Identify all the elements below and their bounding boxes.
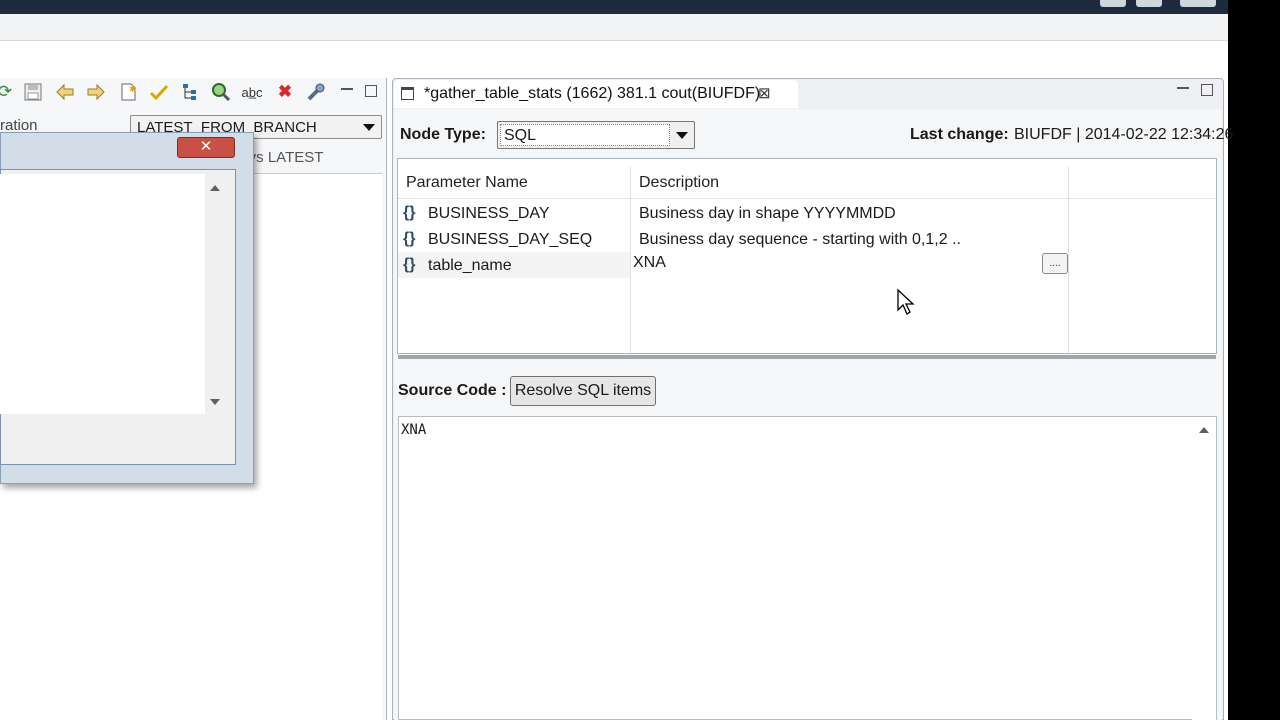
- node-type-select[interactable]: SQL: [497, 121, 695, 149]
- search-magnifier-icon[interactable]: [210, 81, 232, 103]
- window-minimize-button[interactable]: [1100, 0, 1126, 7]
- source-scrollbar[interactable]: [1192, 417, 1216, 720]
- parameter-name: table_name: [428, 257, 512, 274]
- variable-braces-icon: {}: [403, 230, 416, 247]
- chevron-down-icon: [363, 124, 375, 131]
- node-type-value: SQL: [500, 124, 670, 146]
- node-type-label: Node Type:: [400, 126, 486, 143]
- editor-minimize-icon[interactable]: [1177, 87, 1189, 89]
- variable-braces-icon: {}: [403, 256, 416, 273]
- window-title-bar: [0, 0, 1228, 14]
- tree-structure-icon[interactable]: [179, 81, 201, 103]
- parameter-description: Business day in shape YYYYMMDD: [639, 205, 896, 222]
- mouse-cursor-icon: [896, 288, 916, 320]
- dialog-list[interactable]: [0, 174, 205, 414]
- parameter-name: BUSINESS_DAY_SEQ: [428, 231, 593, 248]
- svg-text:✱: ✱: [129, 84, 137, 94]
- window-close-button[interactable]: [1180, 0, 1216, 7]
- back-arrow-icon[interactable]: [54, 81, 76, 103]
- save-icon[interactable]: [22, 81, 44, 103]
- editor-tab-title[interactable]: *gather_table_stats (1662) 381.1 cout(BI…: [424, 85, 760, 103]
- window-maximize-button[interactable]: [1136, 0, 1162, 7]
- source-code-label: Source Code :: [398, 382, 507, 399]
- left-pane-minimize-icon[interactable]: [341, 88, 353, 90]
- forward-arrow-icon[interactable]: [85, 81, 107, 103]
- dialog-close-button[interactable]: ✕: [177, 137, 235, 158]
- column-header-parameter-name[interactable]: Parameter Name: [406, 174, 528, 192]
- scroll-down-icon[interactable]: [210, 399, 220, 405]
- editor-maximize-icon[interactable]: [1201, 84, 1213, 96]
- spellcheck-icon[interactable]: ab̲c: [241, 81, 263, 103]
- wrench-icon[interactable]: [305, 81, 327, 103]
- table-row[interactable]: {} table_name: [398, 252, 1216, 278]
- check-arrow-icon[interactable]: [148, 81, 170, 103]
- window-icon: [401, 87, 414, 100]
- source-code-text[interactable]: XNA: [401, 422, 426, 438]
- last-change-value: BIUFDF | 2014-02-22 12:34:26: [1014, 126, 1234, 143]
- screen-border: [1228, 0, 1280, 720]
- column-header-description[interactable]: Description: [639, 174, 719, 192]
- parameter-description: Business day sequence - starting with 0,…: [639, 231, 961, 248]
- description-edit-input[interactable]: XNA: [633, 254, 666, 272]
- chevron-down-icon: [676, 132, 688, 139]
- resolve-sql-items-button[interactable]: Resolve SQL items: [510, 376, 656, 406]
- menu-bar: [0, 14, 1228, 41]
- last-change-label: Last change:: [910, 126, 1009, 143]
- parameter-name: BUSINESS_DAY: [428, 205, 550, 222]
- ellipsis-button[interactable]: ....: [1042, 253, 1068, 274]
- table-row[interactable]: {} BUSINESS_DAY Business day in shape YY…: [398, 200, 1216, 226]
- splitter-bar[interactable]: [398, 355, 1216, 359]
- left-pane-maximize-icon[interactable]: [365, 85, 377, 97]
- scroll-up-icon[interactable]: [210, 185, 220, 191]
- refresh-icon[interactable]: ⟳: [0, 81, 16, 103]
- dialog-scrollbar[interactable]: [205, 174, 228, 414]
- source-code-editor[interactable]: [398, 416, 1217, 720]
- scroll-up-icon[interactable]: [1199, 427, 1209, 433]
- variable-braces-icon: {}: [403, 204, 416, 221]
- table-row[interactable]: {} BUSINESS_DAY_SEQ Business day sequenc…: [398, 226, 1216, 252]
- delete-icon[interactable]: ✖: [274, 81, 296, 103]
- tab-close-icon[interactable]: ⊠: [758, 84, 771, 102]
- new-file-icon[interactable]: ✱: [117, 81, 139, 103]
